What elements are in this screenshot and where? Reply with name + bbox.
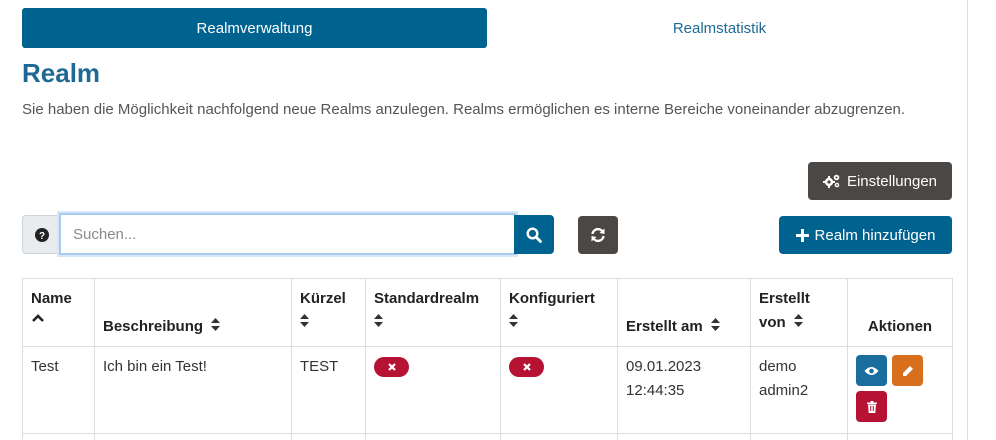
column-header-created-by[interactable]: Erstellt von [750, 278, 848, 347]
column-header-created-at[interactable]: Erstellt am [617, 278, 751, 347]
content-border [967, 0, 968, 440]
cell-empty [617, 433, 751, 440]
cell-empty [365, 433, 501, 440]
column-header-default-label: Standardrealm [374, 290, 480, 307]
sort-icon [793, 314, 803, 327]
cell-created-by: demo admin2 [750, 346, 848, 434]
column-header-configured-label: Konfiguriert [509, 290, 595, 307]
cell-empty [22, 433, 95, 440]
page-description: Sie haben die Möglichkeit nachfolgend ne… [22, 101, 906, 118]
column-header-configured[interactable]: Konfiguriert [500, 278, 618, 347]
eye-icon [864, 366, 879, 375]
column-header-created-at-label: Erstellt am [626, 318, 703, 335]
created-by-line-2: admin2 [759, 382, 809, 399]
column-header-short-label: Kürzel [300, 290, 346, 307]
page-title: Realm [22, 58, 101, 88]
column-header-name[interactable]: Name [22, 278, 95, 347]
tab-realmverwaltung[interactable]: Realmverwaltung [22, 8, 487, 48]
created-time: 12:44:35 [626, 382, 685, 399]
table-row: Test Ich bin ein Test! TEST 09.01.2023 1… [22, 346, 953, 434]
cell-actions [847, 346, 953, 434]
settings-button-label: Einstellungen [846, 172, 938, 190]
svg-text:?: ? [39, 231, 45, 242]
column-header-description[interactable]: Beschreibung [94, 278, 292, 347]
configured-false-badge [509, 357, 544, 377]
cell-short: TEST [291, 346, 366, 434]
cell-created-at: 09.01.2023 12:44:35 [617, 346, 751, 434]
cell-configured [500, 346, 618, 434]
column-header-short[interactable]: Kürzel [291, 278, 366, 347]
cell-empty [94, 433, 292, 440]
table-row [22, 433, 953, 440]
cell-name: Test [22, 346, 95, 434]
tab-realmstatistik[interactable]: Realmstatistik [487, 8, 952, 48]
refresh-button[interactable] [578, 216, 618, 254]
x-icon [522, 363, 531, 371]
chevron-up-icon [32, 314, 44, 322]
created-date: 09.01.2023 [626, 358, 702, 375]
realm-table: Name Beschreibung Kürzel Standardrealm K… [22, 278, 953, 440]
cell-default [365, 346, 501, 434]
default-false-badge [374, 357, 409, 377]
settings-button[interactable]: Einstellungen [808, 162, 952, 200]
search-button[interactable] [514, 215, 554, 254]
search-icon [526, 226, 542, 243]
plus-icon [795, 228, 809, 242]
sort-icon [710, 318, 720, 331]
sort-icon [509, 314, 518, 327]
cell-empty [750, 433, 848, 440]
edit-button[interactable] [892, 355, 923, 386]
cell-empty [291, 433, 366, 440]
x-icon [387, 363, 396, 371]
pencil-icon [902, 365, 913, 376]
delete-button[interactable] [856, 391, 887, 422]
sort-icon [300, 314, 309, 327]
refresh-icon [591, 227, 605, 243]
cogs-icon [822, 174, 840, 188]
created-by-line-1: demo [759, 358, 797, 375]
search-input[interactable] [59, 213, 516, 255]
view-button[interactable] [856, 355, 887, 386]
column-header-default[interactable]: Standardrealm [365, 278, 501, 347]
table-header-row: Name Beschreibung Kürzel Standardrealm K… [22, 278, 953, 347]
sort-icon [211, 318, 221, 331]
search-help[interactable]: ? [22, 215, 61, 254]
cell-empty [500, 433, 618, 440]
question-circle-icon: ? [35, 227, 49, 242]
column-header-actions-label: Aktionen [867, 318, 933, 335]
trash-icon [866, 400, 877, 413]
column-header-name-label: Name [31, 290, 72, 307]
column-header-created-by-label-2: von [759, 314, 786, 331]
column-header-actions: Aktionen [847, 278, 953, 347]
cell-description: Ich bin ein Test! [94, 346, 292, 434]
add-realm-button-label: Realm hinzufügen [814, 226, 936, 244]
column-header-created-by-label-1: Erstellt [759, 290, 810, 307]
column-header-description-label: Beschreibung [103, 318, 204, 335]
add-realm-button[interactable]: Realm hinzufügen [779, 216, 952, 254]
cell-actions [847, 433, 953, 440]
sort-icon [374, 314, 383, 327]
